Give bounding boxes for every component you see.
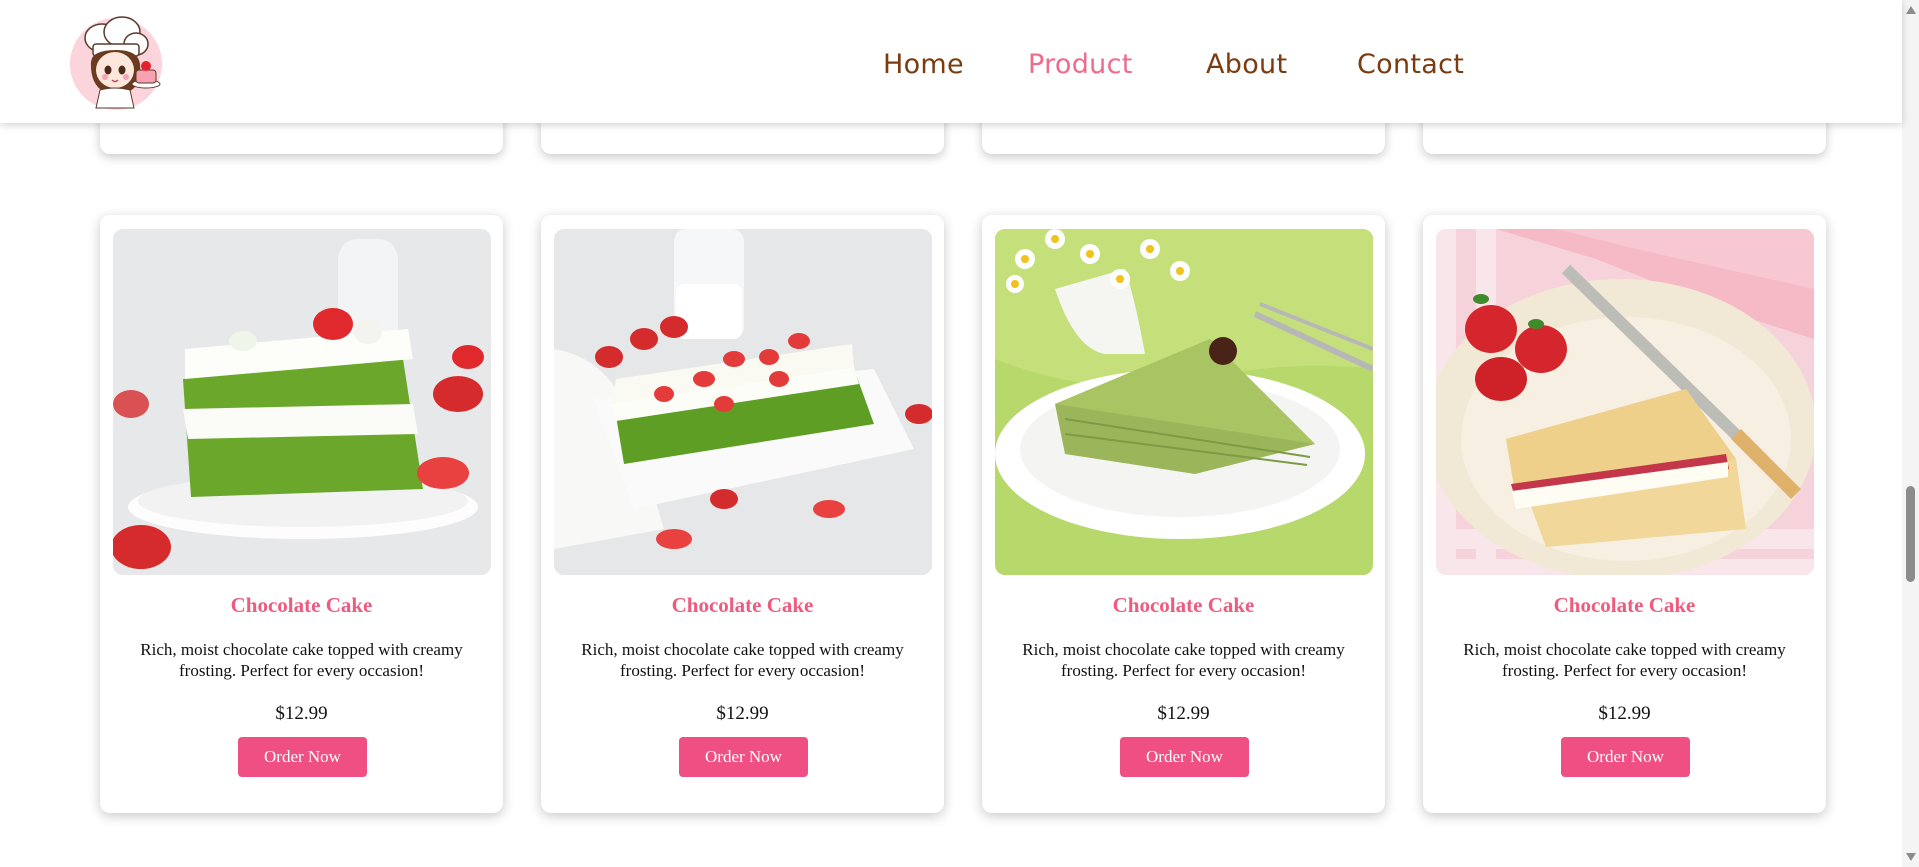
site-header: Home Product About Contact [0, 0, 1902, 123]
nav-home-link[interactable]: Home [883, 40, 964, 90]
scroll-up-icon[interactable] [1906, 6, 1916, 14]
product-description: Rich, moist chocolate cake topped with c… [1463, 640, 1786, 680]
scroll-down-icon[interactable] [1906, 853, 1916, 861]
victoria-sponge-cake-image [1436, 229, 1814, 575]
nav-contact-link[interactable]: Contact [1357, 40, 1464, 90]
product-title: Chocolate Cake [230, 593, 373, 617]
order-now-button[interactable]: Order Now [1561, 737, 1690, 777]
product-price: $12.99 [716, 703, 769, 724]
product-title: Chocolate Cake [671, 593, 814, 617]
product-card: Chocolate Cake Rich, moist chocolate cak… [100, 215, 503, 813]
product-title: Chocolate Cake [1553, 593, 1696, 617]
product-card: Chocolate Cake Rich, moist chocolate cak… [982, 215, 1385, 813]
product-description: Rich, moist chocolate cake topped with c… [1022, 640, 1345, 680]
matcha-sheet-cake-image [554, 229, 932, 575]
order-now-button[interactable]: Order Now [238, 737, 367, 777]
main-nav: Home Product About Contact [0, 40, 1902, 90]
page-scrollbar[interactable] [1902, 0, 1919, 867]
product-card: Chocolate Cake Rich, moist chocolate cak… [1423, 215, 1826, 813]
nav-about-link[interactable]: About [1206, 40, 1287, 90]
matcha-crepe-cake-image [995, 229, 1373, 575]
product-price: $12.99 [1598, 703, 1651, 724]
product-price: $12.99 [275, 703, 328, 724]
scrollbar-thumb[interactable] [1906, 486, 1915, 582]
product-description: Rich, moist chocolate cake topped with c… [140, 640, 463, 680]
order-now-button[interactable]: Order Now [679, 737, 808, 777]
matcha-layer-cake-image [113, 229, 491, 575]
order-now-button[interactable]: Order Now [1120, 737, 1249, 777]
nav-product-link[interactable]: Product [1028, 40, 1133, 90]
product-title: Chocolate Cake [1112, 593, 1255, 617]
product-description: Rich, moist chocolate cake topped with c… [581, 640, 904, 680]
product-card: Chocolate Cake Rich, moist chocolate cak… [541, 215, 944, 813]
product-price: $12.99 [1157, 703, 1210, 724]
